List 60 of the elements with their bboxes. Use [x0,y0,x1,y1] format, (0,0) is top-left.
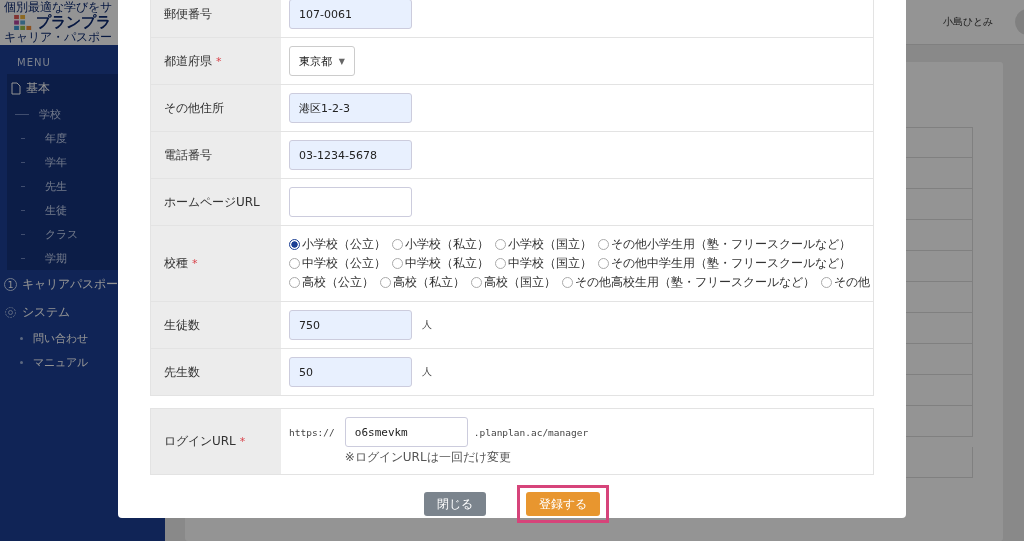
required-mark: * [192,257,198,270]
menu-heading: MENU [16,56,52,70]
field-label: 生徒数 [164,316,200,334]
sidebar-subitem[interactable]: 生徒 [45,202,67,218]
radio-option[interactable]: 小学校（公立） [289,236,386,253]
sidebar-item[interactable]: キャリアパスポー [22,276,118,292]
url-suffix: .planplan.ac/manager [473,426,589,438]
sidebar-item[interactable]: 基本 [26,80,50,96]
radio-option[interactable]: その他高校生用（塾・フリースクールなど） [562,274,815,291]
required-mark: * [239,435,246,448]
field-label: 校種 [164,255,188,272]
radio-option[interactable]: 中学校（私立） [392,255,489,272]
close-button[interactable]: 閉じる [424,492,486,516]
sidebar-subitem[interactable]: 問い合わせ [33,330,88,346]
radio-option[interactable]: 小学校（国立） [495,236,592,253]
radio-option[interactable]: 高校（国立） [471,274,556,291]
help-note: ※ログインURLは一回だけ変更 [344,449,511,466]
radio-option[interactable]: 高校（私立） [380,274,465,291]
input-field[interactable]: 03-1234-5678 [289,140,412,170]
field-label: 郵便番号 [164,5,212,23]
settings-icon [4,305,17,319]
field-label: 電話番号 [164,146,212,164]
sidebar-subitem[interactable]: クラス [45,226,78,242]
field-label: その他住所 [164,99,224,117]
sidebar-subitem[interactable]: 学年 [45,154,67,170]
input-field[interactable] [289,187,412,217]
input-field[interactable]: 港区1-2-3 [289,93,412,123]
user-name[interactable]: 小島ひとみ [943,15,993,29]
brand-subtitle: キャリア・パスポー [4,31,113,44]
brand-tagline: 個別最適な学びをサ [4,1,113,14]
radio-option[interactable]: 中学校（国立） [495,255,592,272]
field-label: ログインURL [164,433,236,450]
sidebar-item[interactable]: システム [22,304,70,320]
input-field[interactable]: 50 [289,357,412,387]
input-field[interactable]: 750 [289,310,412,340]
unit-label: 人 [422,318,432,332]
brand-name: プランプラ [36,14,111,31]
sidebar-subitem[interactable]: マニュアル [33,354,88,370]
unit-label: 人 [422,365,432,379]
sidebar-subitem[interactable]: 年度 [45,130,67,146]
url-prefix: https:// [289,426,335,438]
sidebar-subitem[interactable]: 学期 [45,250,67,266]
logo-icon [14,15,32,30]
field-label: 先生数 [164,363,200,381]
field-label: 都道府県 [164,52,212,70]
prefecture-select[interactable]: 東京都 ▼ [289,46,355,76]
radio-option[interactable]: 高校（公立） [289,274,374,291]
input-field[interactable]: 107-0061 [289,0,412,29]
input-field[interactable]: o6smevkm [344,417,468,447]
required-mark: * [216,54,222,68]
radio-option[interactable]: 中学校（公立） [289,255,386,272]
sidebar-subitem[interactable]: 学校 [39,106,61,122]
sidebar-subitem[interactable]: 先生 [45,178,67,194]
numbered-circle-icon: 1 [4,277,17,291]
radio-option[interactable]: 小学校（私立） [392,236,489,253]
radio-option[interactable]: その他 [821,274,870,291]
radio-option[interactable]: その他中学生用（塾・フリースクールなど） [598,255,851,272]
field-label: ホームページURL [164,193,260,211]
radio-option[interactable]: その他小学生用（塾・フリースクールなど） [598,236,851,253]
document-icon [11,81,21,95]
